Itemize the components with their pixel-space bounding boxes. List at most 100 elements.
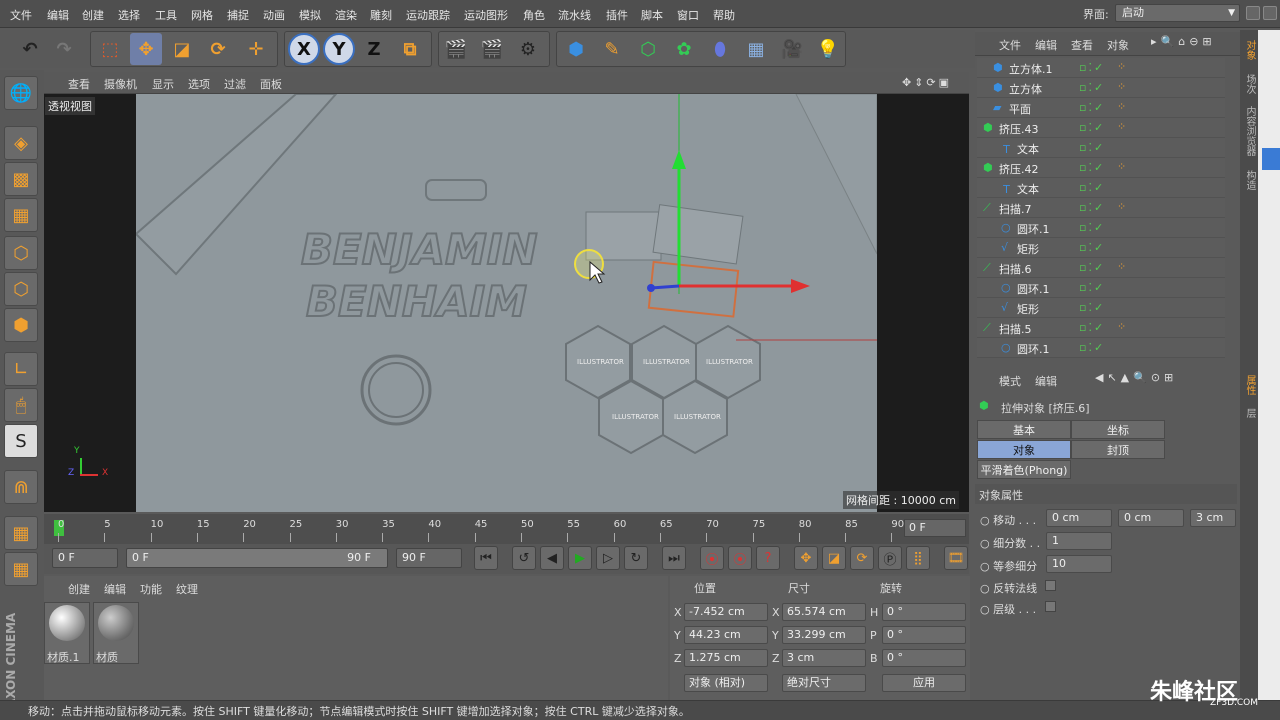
model-mode-icon[interactable]: ◈	[4, 126, 38, 160]
coord-mode-select[interactable]: 对象 (相对)	[684, 674, 768, 692]
object-row[interactable]: ⬢ 立方体.1 ▫⁚✓ ⁘	[977, 58, 1225, 78]
render-picture-icon[interactable]: 🎬	[476, 33, 508, 65]
vp-menu-options[interactable]: 选项	[188, 76, 210, 92]
tab-basic[interactable]: 基本	[977, 420, 1071, 439]
workplane-icon[interactable]: ▦	[4, 198, 38, 232]
size-x-field[interactable]: 65.574 cm	[782, 603, 866, 621]
next-frame-icon[interactable]: ▷	[596, 546, 620, 570]
size-mode-select[interactable]: 绝对尺寸	[782, 674, 866, 692]
tag-icon[interactable]: ⁘	[1117, 120, 1126, 133]
material-slot-1[interactable]: 材质.1	[44, 602, 90, 664]
rot-p-field[interactable]: 0 °	[882, 626, 966, 644]
object-row[interactable]: ○ 圆环.1 ▫⁚✓	[977, 338, 1225, 358]
key-param-icon[interactable]: Ⓟ	[878, 546, 902, 570]
rot-h-field[interactable]: 0 °	[882, 603, 966, 621]
prop-iso-field[interactable]: 10	[1046, 555, 1112, 573]
deformer-icon[interactable]: ⬮	[704, 33, 736, 65]
tab-caps[interactable]: 封顶	[1071, 440, 1165, 459]
key-position-icon[interactable]: ✥	[794, 546, 818, 570]
om-menu-view[interactable]: 查看	[1071, 37, 1093, 53]
magnet-icon[interactable]: ⋒	[4, 470, 38, 504]
menu-pipeline[interactable]: 流水线	[558, 7, 591, 23]
lock-workplane-icon[interactable]: ▦	[4, 516, 38, 550]
frame-range-slider[interactable]: 0 F 90 F	[126, 548, 388, 568]
object-row[interactable]: ⟋ 扫描.5 ▫⁚✓ ⁘	[977, 318, 1225, 338]
tag-icon[interactable]: ⁘	[1117, 260, 1126, 273]
menu-motion-tracking[interactable]: 运动跟踪	[406, 7, 450, 23]
viewport-nav-icons[interactable]: ✥⇕⟳▣	[902, 76, 952, 89]
viewport-scene[interactable]: BENJAMIN BENHAIM ILLUSTRATOR ILLUSTRATOR…	[134, 94, 878, 512]
object-row[interactable]: ○ 圆环.1 ▫⁚✓	[977, 278, 1225, 298]
visibility-check-icon[interactable]: ▫⁚✓	[1079, 161, 1105, 174]
side-tab-objects[interactable]: 对象	[1242, 40, 1257, 60]
prop-move-x[interactable]: 0 cm	[1046, 509, 1112, 527]
am-menu-edit[interactable]: 编辑	[1035, 373, 1057, 389]
x-axis-icon[interactable]: X	[288, 33, 320, 65]
om-menu-file[interactable]: 文件	[999, 37, 1021, 53]
visibility-check-icon[interactable]: ▫⁚✓	[1079, 81, 1105, 94]
prop-flip-checkbox[interactable]	[1045, 580, 1056, 591]
menu-snap[interactable]: 捕捉	[227, 7, 249, 23]
object-row[interactable]: ⟋ 扫描.6 ▫⁚✓ ⁘	[977, 258, 1225, 278]
pos-z-field[interactable]: 1.275 cm	[684, 649, 768, 667]
om-toolbar-icons[interactable]: ▸🔍⌂⊖⊞	[1151, 35, 1216, 48]
prop-move-y[interactable]: 0 cm	[1118, 509, 1184, 527]
tab-phong[interactable]: 平滑着色(Phong)	[977, 460, 1071, 479]
window-minimize-button[interactable]	[1246, 6, 1260, 20]
side-tab-structure[interactable]: 构造	[1242, 170, 1257, 190]
visibility-check-icon[interactable]: ▫⁚✓	[1079, 261, 1105, 274]
prev-key-icon[interactable]: ↺	[512, 546, 536, 570]
key-pla-icon[interactable]: ⣿	[906, 546, 930, 570]
object-row[interactable]: Ｔ 文本 ▫⁚✓	[977, 178, 1225, 198]
visibility-check-icon[interactable]: ▫⁚✓	[1079, 181, 1105, 194]
tag-icon[interactable]: ⁘	[1117, 100, 1126, 113]
mat-menu-create[interactable]: 创建	[68, 581, 90, 597]
undo-icon[interactable]: ↶	[14, 33, 46, 65]
timeline[interactable]: 0 5 10 15 20 25 30 35 40 45 50 55 60 65 70 75 80 85 90 0 F	[44, 514, 969, 544]
move-gizmo-x-arrow[interactable]	[791, 279, 810, 293]
key-scale-icon[interactable]: ◪	[822, 546, 846, 570]
tweak-icon[interactable]: 🖱	[4, 388, 38, 422]
globe-icon[interactable]: 🌐	[4, 76, 38, 110]
side-tab-content-browser[interactable]: 内容浏览器	[1242, 106, 1257, 156]
am-menu-mode[interactable]: 模式	[999, 373, 1021, 389]
vp-menu-camera[interactable]: 摄像机	[104, 76, 137, 92]
interface-select[interactable]: 启动 ▼	[1115, 4, 1240, 22]
z-axis-icon[interactable]: Z	[358, 33, 390, 65]
menu-character[interactable]: 角色	[523, 7, 545, 23]
scale-tool-icon[interactable]: ◪	[166, 33, 198, 65]
end-frame-field[interactable]: 90 F	[396, 548, 462, 568]
om-menu-edit[interactable]: 编辑	[1035, 37, 1057, 53]
object-row[interactable]: ⬢ 立方体 ▫⁚✓ ⁘	[977, 78, 1225, 98]
menu-animate[interactable]: 动画	[263, 7, 285, 23]
object-row[interactable]: ⬢ 挤压.42 ▫⁚✓ ⁘	[977, 158, 1225, 178]
tag-icon[interactable]: ⁘	[1117, 80, 1126, 93]
visibility-check-icon[interactable]: ▫⁚✓	[1079, 101, 1105, 114]
object-row[interactable]: ○ 圆环.1 ▫⁚✓	[977, 218, 1225, 238]
menu-edit[interactable]: 编辑	[47, 7, 69, 23]
rotate-tool-icon[interactable]: ⟳	[202, 33, 234, 65]
visibility-check-icon[interactable]: ▫⁚✓	[1079, 61, 1105, 74]
render-view-icon[interactable]: 🎬	[440, 33, 472, 65]
menu-script[interactable]: 脚本	[641, 7, 663, 23]
prev-frame-icon[interactable]: ◀	[540, 546, 564, 570]
tag-icon[interactable]: ⁘	[1117, 200, 1126, 213]
mat-menu-function[interactable]: 功能	[140, 581, 162, 597]
object-row[interactable]: Ｔ 文本 ▫⁚✓	[977, 138, 1225, 158]
menu-mesh[interactable]: 网格	[191, 7, 213, 23]
object-row[interactable]: ⬢ 挤压.43 ▫⁚✓ ⁘	[977, 118, 1225, 138]
edges-mode-icon[interactable]: ⬡	[4, 272, 38, 306]
menu-window[interactable]: 窗口	[677, 7, 699, 23]
material-slot-2[interactable]: 材质	[93, 602, 139, 664]
live-selection-icon[interactable]: ⬚	[94, 33, 126, 65]
om-menu-object[interactable]: 对象	[1107, 37, 1129, 53]
solo-icon[interactable]: S	[4, 424, 38, 458]
key-rotation-icon[interactable]: ⟳	[850, 546, 874, 570]
am-toolbar-icons[interactable]: ◀↖▲🔍⊙⊞	[1095, 371, 1177, 384]
vp-menu-filter[interactable]: 过滤	[224, 76, 246, 92]
prop-hier-checkbox[interactable]	[1045, 601, 1056, 612]
points-mode-icon[interactable]: ⬡	[4, 236, 38, 270]
pen-icon[interactable]: ✎	[596, 33, 628, 65]
menu-help[interactable]: 帮助	[713, 7, 735, 23]
menu-sculpt[interactable]: 雕刻	[370, 7, 392, 23]
